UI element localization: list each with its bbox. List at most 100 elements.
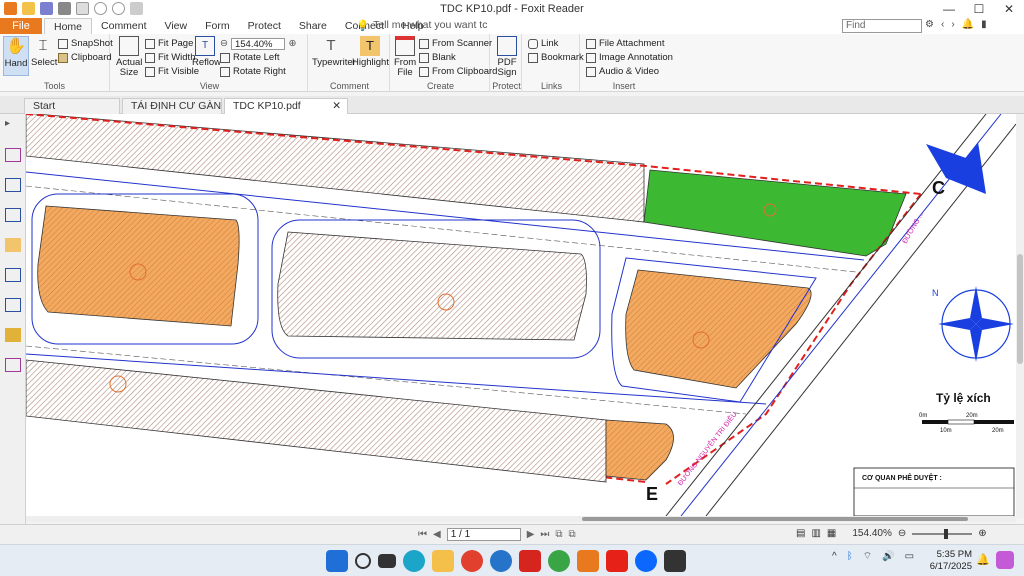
- from-clipboard-button[interactable]: From Clipboard: [419, 65, 497, 78]
- tab-document-2[interactable]: TDC KP10.pdf ✕: [224, 98, 348, 114]
- find-input[interactable]: Find: [842, 19, 922, 33]
- search-icon[interactable]: [355, 553, 371, 569]
- typewriter-button[interactable]: T Typewriter: [312, 36, 356, 68]
- comments-icon[interactable]: [5, 238, 21, 252]
- bookmarks-icon[interactable]: [5, 178, 21, 192]
- volume-icon[interactable]: 🔊: [882, 551, 894, 562]
- maximize-button[interactable]: ☐: [964, 0, 994, 18]
- back-icon[interactable]: ‹: [941, 19, 944, 30]
- vertical-scrollbar[interactable]: [1016, 114, 1024, 518]
- bluetooth-icon[interactable]: ᛒ: [847, 551, 853, 562]
- zalo-icon[interactable]: [635, 550, 657, 572]
- single-page-icon[interactable]: ▤: [796, 528, 805, 539]
- vertical-scroll-thumb[interactable]: [1017, 254, 1023, 364]
- protect-label: Protect: [492, 81, 521, 91]
- tab-document-1[interactable]: TÁI ĐỊNH CƯ GÀNH D...: [122, 98, 222, 114]
- tell-me-box[interactable]: 💡 Tell me what you want tc: [356, 19, 487, 32]
- zoom-select[interactable]: 154.40%: [230, 37, 286, 50]
- horizontal-scrollbar[interactable]: [26, 516, 1016, 522]
- pdf-sign-button[interactable]: PDF Sign: [495, 36, 519, 78]
- edge-icon[interactable]: [403, 550, 425, 572]
- wifi-icon[interactable]: ⌔: [863, 550, 872, 563]
- facing-icon[interactable]: ▦: [827, 528, 836, 539]
- pages-icon[interactable]: [5, 148, 21, 162]
- forward-icon[interactable]: ›: [951, 19, 954, 30]
- hand-button[interactable]: ✋ Hand: [3, 36, 29, 76]
- rotate-right-button[interactable]: Rotate Right: [220, 65, 286, 78]
- select-button[interactable]: ⌶ Select: [31, 36, 57, 68]
- show-hidden-icon[interactable]: ^: [832, 551, 837, 562]
- signatures-icon[interactable]: [5, 298, 21, 312]
- blank-button[interactable]: Blank: [419, 51, 456, 64]
- tools-icon[interactable]: [5, 358, 21, 372]
- clipboard-button[interactable]: Clipboard: [58, 51, 112, 64]
- tab-home[interactable]: Home: [44, 18, 93, 34]
- zoom-level[interactable]: 154.40%: [852, 528, 891, 539]
- panel-toggle-icon[interactable]: ▸: [5, 118, 21, 132]
- attachments-icon[interactable]: [5, 268, 21, 282]
- bell-icon[interactable]: 🔔: [962, 19, 974, 30]
- app-icon-dark[interactable]: [664, 550, 686, 572]
- zoom-in-icon[interactable]: ⊕: [288, 38, 296, 49]
- tab-view[interactable]: View: [156, 18, 197, 34]
- tab-comment[interactable]: Comment: [92, 18, 156, 34]
- last-page-icon[interactable]: ⏭: [540, 529, 549, 540]
- image-annotation-button[interactable]: Image Annotation: [586, 51, 673, 64]
- status-bar: ⏮ ◀ 1 / 1 ▶ ⏭ ⧉ ⧉ ▤ ▥ ▦ 154.40% ⊖ ⊕: [0, 524, 1024, 544]
- from-scanner-button[interactable]: From Scanner: [419, 37, 492, 50]
- horizontal-scroll-thumb[interactable]: [582, 517, 968, 521]
- page-view-icon-2[interactable]: ⧉: [569, 529, 576, 540]
- tab-share[interactable]: Share: [290, 18, 336, 34]
- acrobat-icon[interactable]: [519, 550, 541, 572]
- zoom-slider-knob[interactable]: [944, 528, 949, 539]
- document-viewport[interactable]: C E ĐƯỜNG NGUYỄN TRI ĐIỀU ĐƯỜNG ... N Tỷ…: [26, 114, 1016, 516]
- settings-icon[interactable]: ⚙: [925, 19, 934, 30]
- task-view-icon[interactable]: [378, 554, 396, 568]
- first-page-icon[interactable]: ⏮: [418, 529, 427, 540]
- windows-start-icon[interactable]: [326, 550, 348, 572]
- account-icon[interactable]: ▮: [981, 19, 987, 30]
- foxit-taskbar-icon[interactable]: [577, 550, 599, 572]
- file-attachment-button[interactable]: File Attachment: [586, 37, 664, 50]
- bookmark-button[interactable]: Bookmark: [528, 51, 584, 64]
- prev-page-icon[interactable]: ◀: [433, 529, 441, 540]
- clock[interactable]: 5:35 PM 6/17/2025: [928, 549, 972, 573]
- continuous-icon[interactable]: ▥: [811, 528, 820, 539]
- tab-form[interactable]: Form: [196, 18, 239, 34]
- app-icon-blue[interactable]: [490, 550, 512, 572]
- page-number-input[interactable]: 1 / 1: [446, 528, 521, 541]
- notification-bell-icon[interactable]: 🔔: [976, 553, 990, 566]
- green-app-icon[interactable]: [548, 550, 570, 572]
- file-explorer-icon[interactable]: [432, 550, 454, 572]
- close-button[interactable]: ✕: [994, 0, 1024, 18]
- fit-visible-button[interactable]: Fit Visible: [145, 65, 199, 78]
- zoom-control[interactable]: ⊖ 154.40% ⊕: [220, 37, 296, 50]
- zoom-in-icon[interactable]: ⊕: [978, 528, 986, 539]
- actual-size-button[interactable]: Actual Size: [116, 36, 142, 78]
- fit-page-button[interactable]: Fit Page: [145, 37, 193, 50]
- tab-start[interactable]: Start: [24, 98, 120, 114]
- page-view-icon[interactable]: ⧉: [555, 529, 562, 540]
- rotate-left-button[interactable]: Rotate Left: [220, 51, 279, 64]
- reflow-button[interactable]: T Reflow: [192, 36, 221, 68]
- highlight-button[interactable]: T Highlight: [352, 36, 389, 68]
- fit-width-button[interactable]: Fit Width: [145, 51, 195, 64]
- chrome-icon[interactable]: [461, 550, 483, 572]
- zoom-out-icon[interactable]: ⊖: [220, 38, 228, 49]
- from-file-button[interactable]: From File: [394, 36, 416, 78]
- audio-video-button[interactable]: Audio & Video: [586, 65, 659, 78]
- zoom-slider[interactable]: [912, 528, 973, 539]
- copilot-icon[interactable]: [996, 551, 1014, 569]
- zoom-out-icon[interactable]: ⊖: [898, 528, 906, 539]
- next-page-icon[interactable]: ▶: [527, 529, 535, 540]
- youtube-icon[interactable]: [606, 550, 628, 572]
- tab-protect[interactable]: Protect: [239, 18, 290, 34]
- security-icon[interactable]: [5, 328, 21, 342]
- file-menu[interactable]: File: [0, 18, 42, 34]
- minimize-button[interactable]: —: [934, 0, 964, 18]
- layers-icon[interactable]: [5, 208, 21, 222]
- snapshot-button[interactable]: SnapShot: [58, 37, 113, 50]
- close-tab-icon[interactable]: ✕: [332, 99, 341, 114]
- battery-icon[interactable]: ▭: [905, 551, 914, 562]
- link-button[interactable]: Link: [528, 37, 558, 50]
